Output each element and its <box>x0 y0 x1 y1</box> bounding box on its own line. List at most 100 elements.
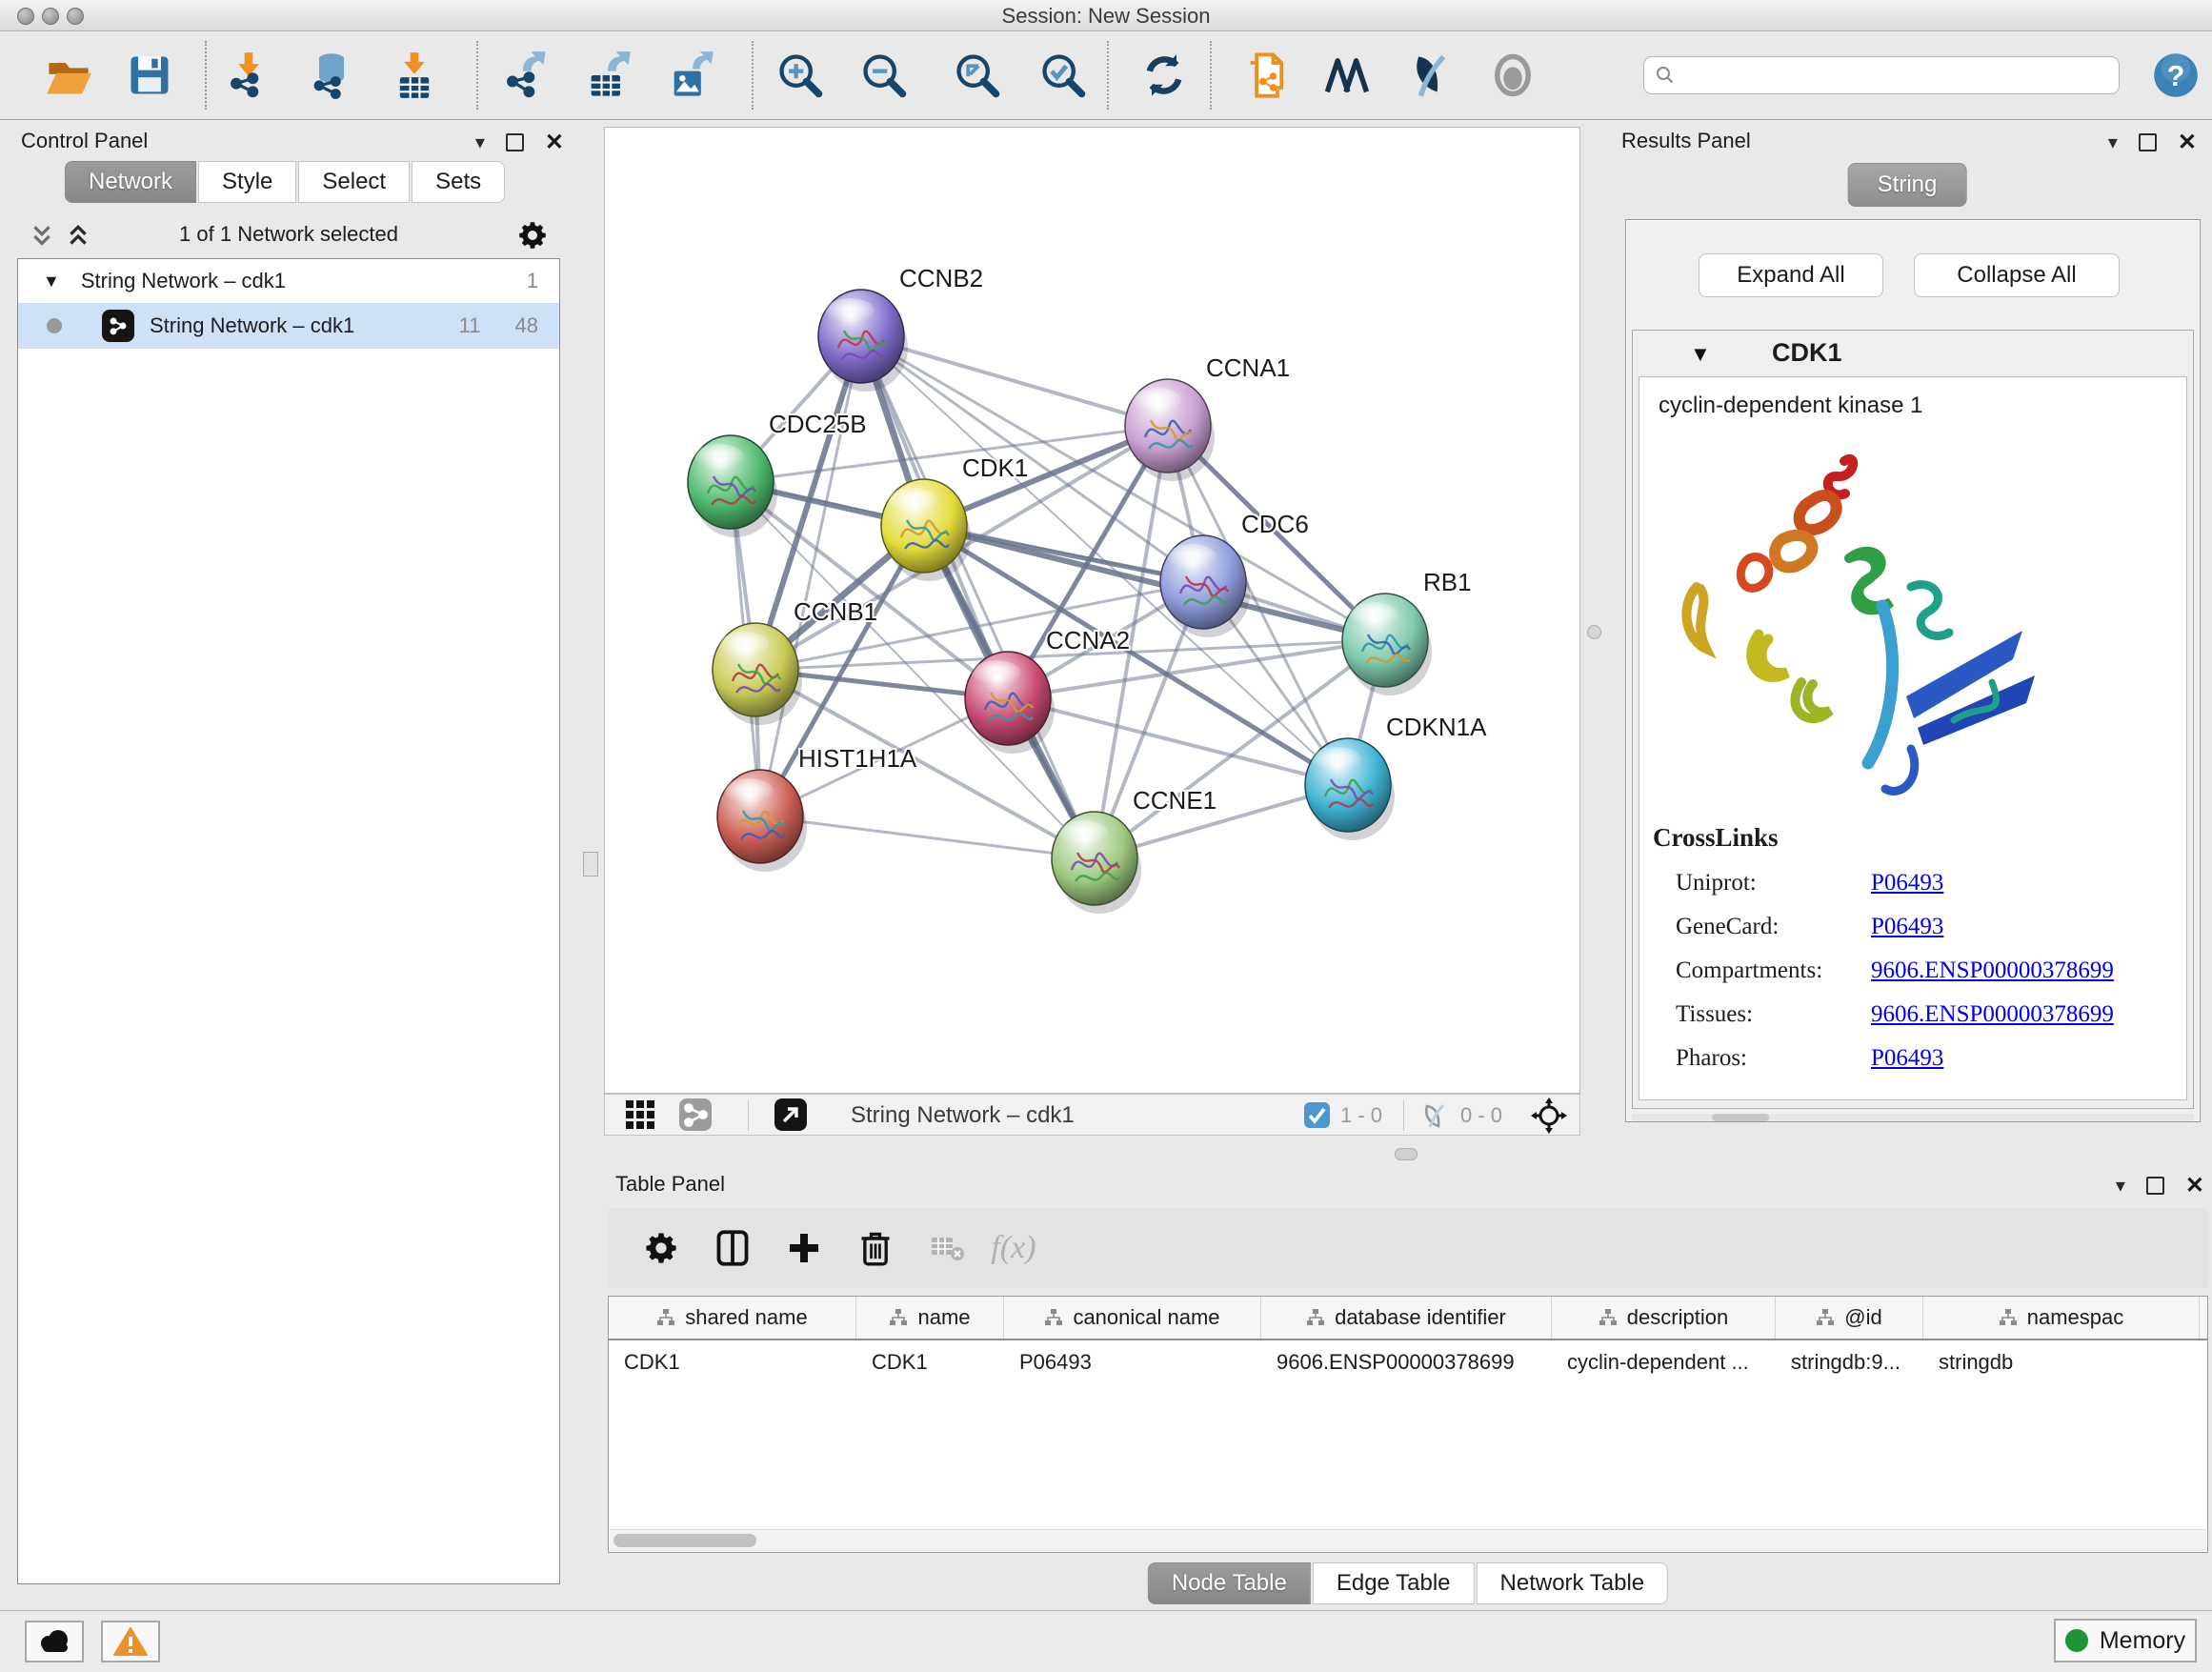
export-network-icon[interactable] <box>494 45 555 106</box>
hidden-eye-icon[interactable] <box>1420 1102 1449 1134</box>
zoom-fit-icon[interactable] <box>947 45 1008 106</box>
panel-collapse-icon[interactable]: ▾ <box>2116 1174 2125 1198</box>
detach-view-icon[interactable] <box>774 1098 807 1136</box>
network-node-HIST1H1A[interactable] <box>717 770 807 872</box>
panel-float-icon[interactable] <box>506 133 524 151</box>
network-view: CCNB2CCNA1CDC25BCDK1CDC6RB1CCNB1CCNA2CDK… <box>604 127 1580 1136</box>
crosslink-link[interactable]: 9606.ENSP00000378699 <box>1871 1001 2114 1028</box>
crosslink-row: Tissues:9606.ENSP00000378699 <box>1676 993 2177 1037</box>
table-panel: Table Panel ▾ ✕ f(x) shared namenamecano… <box>604 1170 2212 1608</box>
show-all-icon[interactable] <box>1482 45 1543 106</box>
network-canvas[interactable]: CCNB2CCNA1CDC25BCDK1CDC6RB1CCNB1CCNA2CDK… <box>604 127 1580 1094</box>
tab-edge-table[interactable]: Edge Table <box>1313 1562 1475 1604</box>
import-network-icon[interactable] <box>218 45 279 106</box>
panel-collapse-icon[interactable]: ▾ <box>2108 131 2118 154</box>
results-hscrollbar[interactable] <box>1632 1114 2194 1121</box>
toolbar-divider <box>748 1100 749 1131</box>
network-node-CDKN1A[interactable] <box>1305 738 1395 840</box>
crosslink-link[interactable]: P06493 <box>1871 1045 1943 1072</box>
hide-selected-icon[interactable] <box>1398 45 1459 106</box>
select-columns-icon[interactable] <box>706 1221 759 1275</box>
zoom-out-icon[interactable] <box>854 45 915 106</box>
network-node-CCNA1[interactable] <box>1125 379 1215 481</box>
tab-network[interactable]: Network <box>65 161 196 203</box>
zoom-selected-icon[interactable] <box>1033 45 1094 106</box>
table-cell: CDK1 <box>856 1350 1004 1375</box>
warning-icon <box>113 1626 148 1657</box>
network-node-CDC6[interactable] <box>1160 535 1250 637</box>
panel-float-icon[interactable] <box>2146 1177 2164 1195</box>
refresh-layout-icon[interactable] <box>1134 45 1195 106</box>
expand-all-button[interactable]: Expand All <box>1699 253 1883 297</box>
hidden-count: 0 - 0 <box>1460 1103 1502 1128</box>
search-input[interactable] <box>1677 64 2109 88</box>
crosslink-link[interactable]: 9606.ENSP00000378699 <box>1871 957 2114 984</box>
tab-style[interactable]: Style <box>198 161 296 203</box>
column-header-shared-name[interactable]: shared name <box>609 1297 856 1339</box>
birdseye-grid-icon[interactable] <box>624 1098 656 1136</box>
table-row[interactable]: CDK1CDK1P064939606.ENSP00000378699cyclin… <box>609 1340 2207 1384</box>
network-collection-row[interactable]: ▼ String Network – cdk1 1 <box>18 259 559 303</box>
toolbar-separator <box>1210 41 1212 110</box>
crosslink-link[interactable]: P06493 <box>1871 870 1943 896</box>
panel-collapse-icon[interactable]: ▾ <box>475 131 485 154</box>
panel-float-icon[interactable] <box>2139 133 2157 151</box>
cloud-button[interactable] <box>25 1621 84 1662</box>
fit-selected-crosshair-icon[interactable] <box>1531 1098 1567 1138</box>
crosslink-label: GeneCard: <box>1676 914 1871 940</box>
toolbar-separator <box>1107 41 1109 110</box>
column-header-name[interactable]: name <box>856 1297 1004 1339</box>
splitter-handle[interactable] <box>583 852 598 876</box>
first-neighbors-icon[interactable] <box>1317 45 1378 106</box>
toolbar-separator <box>205 41 207 110</box>
toolbar-separator <box>752 41 754 110</box>
splitter-handle[interactable] <box>1395 1148 1418 1160</box>
network-node-RB1[interactable] <box>1342 594 1432 695</box>
delete-column-icon[interactable] <box>849 1221 902 1275</box>
help-icon[interactable]: ? <box>2145 45 2206 106</box>
zoom-in-icon[interactable] <box>770 45 831 106</box>
node-label-CDC6: CDC6 <box>1241 510 1309 538</box>
panel-close-icon[interactable]: ✕ <box>2178 129 2197 156</box>
collapse-all-button[interactable]: Collapse All <box>1914 253 2120 297</box>
table-gear-icon[interactable] <box>634 1221 688 1275</box>
import-database-icon[interactable] <box>301 45 362 106</box>
network-node-CCNB2[interactable] <box>818 290 908 392</box>
tab-node-table[interactable]: Node Table <box>1148 1562 1311 1604</box>
save-session-icon[interactable] <box>119 45 180 106</box>
tree-expand-icon[interactable]: ▼ <box>43 272 60 292</box>
function-builder-icon: f(x) <box>987 1221 1040 1275</box>
selected-checkbox-icon[interactable] <box>1304 1102 1330 1133</box>
gear-icon[interactable] <box>518 221 547 250</box>
network-node-CCNE1[interactable] <box>1052 812 1141 914</box>
clone-network-icon[interactable] <box>1237 45 1297 106</box>
panel-close-icon[interactable]: ✕ <box>2185 1172 2204 1199</box>
tab-network-table[interactable]: Network Table <box>1477 1562 1669 1604</box>
open-session-icon[interactable] <box>38 45 99 106</box>
tab-select[interactable]: Select <box>298 161 410 203</box>
network-node-CDK1[interactable] <box>881 479 971 581</box>
table-hscrollbar[interactable] <box>610 1529 2206 1551</box>
crosslink-link[interactable]: P06493 <box>1871 914 1943 940</box>
splitter-handle[interactable] <box>1587 625 1601 639</box>
network-node-CDC25B[interactable] <box>688 435 777 537</box>
column-header-namespac[interactable]: namespac <box>1923 1297 2200 1339</box>
export-image-icon[interactable] <box>660 45 721 106</box>
add-column-icon[interactable] <box>777 1221 831 1275</box>
warning-button[interactable] <box>101 1621 160 1662</box>
network-badge-icon[interactable] <box>679 1098 712 1136</box>
section-collapse-icon[interactable]: ▼ <box>1690 342 1711 367</box>
network-row-selected[interactable]: String Network – cdk1 11 48 <box>18 303 559 349</box>
import-table-icon[interactable] <box>384 45 445 106</box>
control-panel: Control Panel ▾ ✕ Network Style Select S… <box>8 127 570 1586</box>
memory-button[interactable]: Memory <box>2054 1619 2197 1662</box>
string-network-icon <box>102 310 134 342</box>
export-table-icon[interactable] <box>577 45 638 106</box>
column-header-database-identifier[interactable]: database identifier <box>1261 1297 1552 1339</box>
tab-string[interactable]: String <box>1848 163 1967 207</box>
column-header-description[interactable]: description <box>1552 1297 1776 1339</box>
tab-sets[interactable]: Sets <box>412 161 505 203</box>
column-header-canonical-name[interactable]: canonical name <box>1004 1297 1261 1339</box>
column-header--id[interactable]: @id <box>1776 1297 1923 1339</box>
panel-close-icon[interactable]: ✕ <box>545 129 564 156</box>
